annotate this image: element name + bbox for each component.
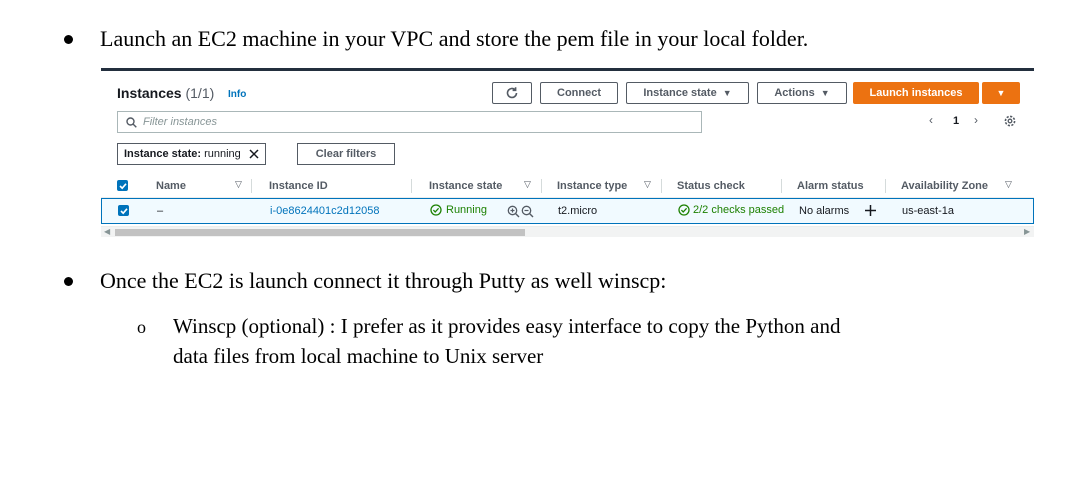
column-divider bbox=[781, 179, 782, 193]
cell-availability-zone: us-east-1a bbox=[902, 205, 954, 217]
sub-bullet-line-1: Winscp (optional) : I prefer as it provi… bbox=[173, 314, 841, 338]
cell-alarm-status: No alarms bbox=[799, 205, 850, 217]
sub-bullet-line-2: data files from local machine to Unix se… bbox=[173, 344, 544, 368]
cell-status-check[interactable]: 2/2 checks passed bbox=[678, 204, 786, 216]
column-header-status-check[interactable]: Status check bbox=[677, 180, 745, 192]
clear-filters-button[interactable]: Clear filters bbox=[297, 143, 395, 165]
column-divider bbox=[885, 179, 886, 193]
filter-placeholder: Filter instances bbox=[143, 116, 217, 128]
sort-icon[interactable]: ▽ bbox=[1005, 179, 1012, 190]
select-all-checkbox[interactable] bbox=[117, 180, 128, 191]
filter-chip-key: Instance state: bbox=[124, 148, 202, 160]
page-number[interactable]: 1 bbox=[953, 115, 959, 127]
column-header-alarm-status[interactable]: Alarm status bbox=[797, 180, 864, 192]
filter-chip-text: Instance state: running bbox=[124, 148, 241, 160]
column-header-instance-type[interactable]: Instance type bbox=[557, 180, 627, 192]
column-divider bbox=[251, 179, 252, 193]
caret-down-icon: ▼ bbox=[820, 88, 830, 98]
connect-label: Connect bbox=[557, 87, 601, 99]
filter-chip-instance-state: Instance state: running bbox=[117, 143, 266, 165]
launch-instances-label: Launch instances bbox=[869, 87, 963, 99]
column-header-name[interactable]: Name bbox=[156, 180, 186, 192]
scroll-right-icon[interactable]: ▶ bbox=[1024, 227, 1030, 236]
table-row[interactable]: – i-0e8624401c2d12058 Running t2.micro 2… bbox=[101, 198, 1034, 224]
column-header-instance-id[interactable]: Instance ID bbox=[269, 180, 328, 192]
zoom-out-icon[interactable] bbox=[521, 205, 534, 223]
column-divider bbox=[411, 179, 412, 193]
column-header-instance-state[interactable]: Instance state bbox=[429, 180, 502, 192]
prev-page-icon[interactable]: ‹ bbox=[929, 113, 933, 127]
zoom-in-icon[interactable] bbox=[507, 205, 520, 223]
cell-instance-type: t2.micro bbox=[558, 205, 598, 217]
scroll-left-icon[interactable]: ◀ bbox=[104, 227, 110, 236]
sub-bullet-marker: o bbox=[137, 317, 146, 337]
check-icon bbox=[119, 207, 128, 214]
actions-button[interactable]: Actions ▼ bbox=[757, 82, 847, 104]
refresh-icon bbox=[506, 87, 518, 99]
column-divider bbox=[661, 179, 662, 193]
launch-instances-button[interactable]: Launch instances bbox=[853, 82, 979, 104]
check-icon bbox=[118, 182, 127, 189]
column-header-availability-zone[interactable]: Availability Zone bbox=[901, 180, 988, 192]
add-alarm-icon[interactable] bbox=[864, 204, 877, 222]
filter-instances-input[interactable]: Filter instances bbox=[117, 111, 702, 133]
sort-icon[interactable]: ▽ bbox=[644, 179, 651, 190]
next-page-icon[interactable]: › bbox=[974, 113, 978, 127]
instance-state-value: Running bbox=[446, 204, 487, 216]
row-checkbox[interactable] bbox=[118, 205, 129, 216]
panel-title-label: Instances bbox=[117, 85, 182, 101]
instance-id-link[interactable]: i-0e8624401c2d12058 bbox=[270, 205, 380, 217]
ec2-instances-panel: Instances (1/1) Info Connect Instance st… bbox=[101, 68, 1034, 245]
bullet-marker bbox=[64, 35, 73, 44]
settings-gear-icon[interactable] bbox=[1003, 114, 1017, 128]
connect-button[interactable]: Connect bbox=[540, 82, 618, 104]
sort-icon[interactable]: ▽ bbox=[235, 179, 242, 190]
search-icon bbox=[126, 116, 137, 128]
cell-instance-state: Running bbox=[430, 204, 487, 216]
cell-name: – bbox=[157, 205, 164, 217]
clear-filters-label: Clear filters bbox=[315, 148, 377, 160]
refresh-button[interactable] bbox=[492, 82, 532, 104]
status-check-value: 2/2 checks passed bbox=[693, 204, 785, 216]
instance-state-button[interactable]: Instance state ▼ bbox=[626, 82, 749, 104]
sort-icon[interactable]: ▽ bbox=[524, 179, 531, 190]
horizontal-scrollbar[interactable]: ◀ ▶ bbox=[101, 226, 1034, 237]
instance-count: (1/1) bbox=[185, 85, 215, 101]
bullet-1-text: Launch an EC2 machine in your VPC and st… bbox=[100, 26, 809, 51]
actions-label: Actions bbox=[774, 87, 815, 99]
table-header: Name ▽ Instance ID Instance state ▽ Inst… bbox=[101, 175, 1034, 198]
launch-dropdown-button[interactable]: ▼ bbox=[982, 82, 1020, 104]
filter-chip-value: running bbox=[204, 148, 241, 160]
close-icon[interactable] bbox=[249, 149, 259, 159]
success-check-circle-icon bbox=[678, 204, 690, 216]
caret-down-icon: ▼ bbox=[722, 88, 732, 98]
bullet-2-text: Once the EC2 is launch connect it throug… bbox=[100, 268, 667, 293]
column-divider bbox=[541, 179, 542, 193]
caret-down-icon: ▼ bbox=[996, 88, 1006, 98]
panel-title: Instances (1/1) bbox=[117, 85, 214, 101]
info-link[interactable]: Info bbox=[228, 89, 246, 100]
success-check-circle-icon bbox=[430, 204, 442, 216]
scrollbar-thumb[interactable] bbox=[115, 229, 525, 236]
bullet-marker bbox=[64, 277, 73, 286]
instance-state-label: Instance state bbox=[643, 87, 717, 99]
